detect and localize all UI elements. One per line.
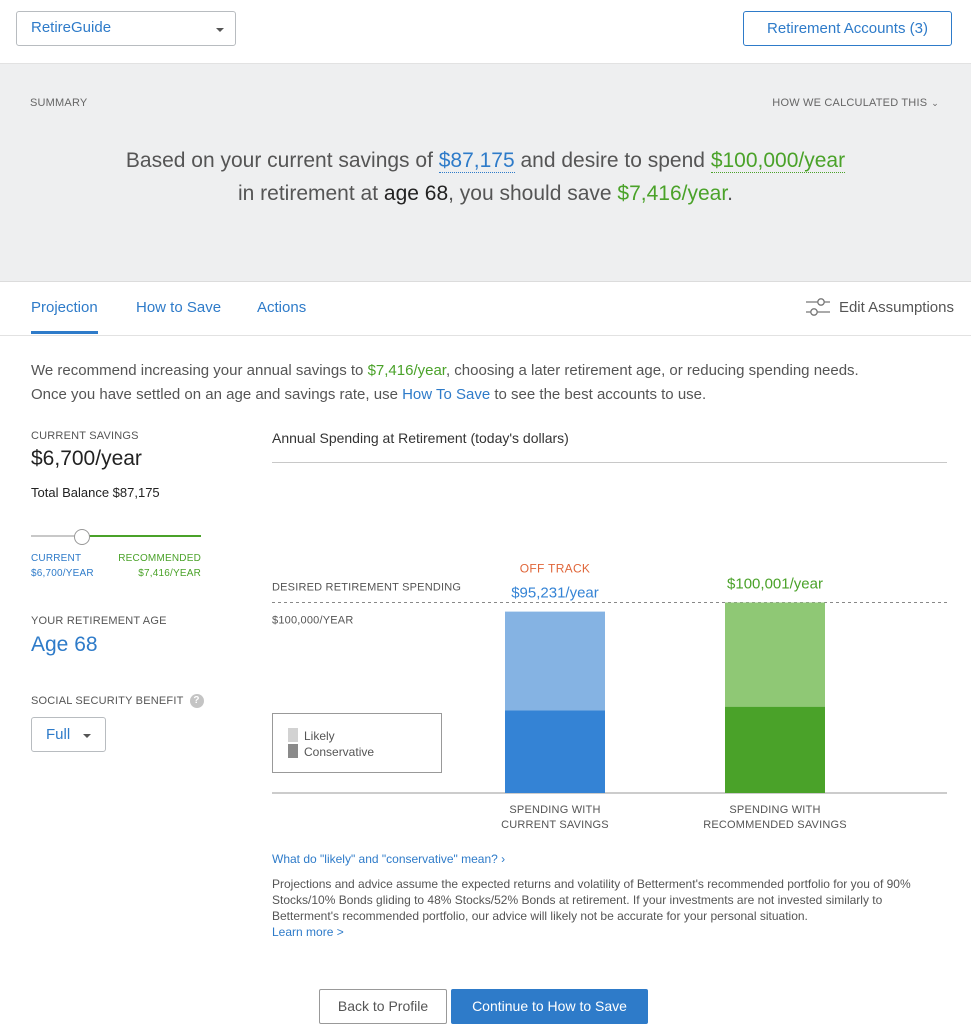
tab-bar: Projection How to Save Actions Edit Assu…: [0, 282, 971, 336]
summary-text-4: , you should save: [448, 182, 618, 205]
slider-current-label: CURRENT $6,700/YEAR: [31, 551, 94, 581]
legend-swatch-conservative: [288, 744, 298, 758]
continue-to-how-to-save-button[interactable]: Continue to How to Save: [451, 989, 648, 1024]
rec-part-1: We recommend increasing your annual savi…: [31, 362, 368, 379]
slider-recommended-title: RECOMMENDED: [118, 553, 201, 564]
slider-current-title: CURRENT: [31, 553, 82, 564]
caret-down-icon: [216, 28, 224, 32]
sliders-icon: [805, 297, 830, 316]
goal-select[interactable]: RetireGuide: [16, 11, 236, 46]
current-savings-value: $6,700/year: [31, 447, 142, 470]
edit-assumptions-button[interactable]: Edit Assumptions: [805, 297, 954, 317]
bar-current-likely: [505, 611, 605, 793]
slider-recommended-value: $7,416/YEAR: [138, 568, 201, 579]
bar-recommended-value-label: $100,001/year: [727, 576, 823, 593]
summary-text-5: .: [727, 182, 734, 205]
slider-current-value: $6,700/YEAR: [31, 568, 94, 579]
savings-slider-recommended-range: [82, 535, 201, 537]
social-security-select[interactable]: Full: [31, 717, 106, 752]
legend-label-likely: Likely: [304, 729, 335, 743]
social-security-label-row: SOCIAL SECURITY BENEFIT?: [31, 694, 204, 708]
learn-more-link[interactable]: Learn more >: [272, 925, 344, 939]
retirement-accounts-button[interactable]: Retirement Accounts (3): [743, 11, 952, 46]
help-icon[interactable]: ?: [189, 694, 204, 708]
disclaimer: Projections and advice assume the expect…: [272, 876, 952, 940]
how-we-calculated-link[interactable]: HOW WE CALCULATED THIS ⌄: [772, 97, 939, 109]
off-track-label: OFF TRACK: [520, 562, 590, 576]
summary-text-2: and desire to spend: [514, 149, 711, 172]
retirement-age: age 68: [383, 182, 449, 205]
tab-actions[interactable]: Actions: [257, 299, 306, 316]
edit-assumptions-label: Edit Assumptions: [838, 299, 954, 316]
summary-text-1: Based on your current savings of: [125, 149, 439, 172]
goal-select-value: RetireGuide: [31, 19, 112, 36]
back-to-profile-button[interactable]: Back to Profile: [319, 989, 447, 1024]
category-label-recommended-0: SPENDING WITH: [729, 804, 820, 816]
retirement-age-label: YOUR RETIREMENT AGE: [31, 615, 167, 627]
desired-spending-label: DESIRED RETIREMENT SPENDING: [272, 582, 461, 594]
category-label-current-1: CURRENT SAVINGS: [501, 819, 609, 831]
bar-current-value-label: $95,231/year: [511, 585, 599, 602]
bar-current-conservative: [505, 710, 605, 793]
legend-item-likely: Likely: [288, 728, 426, 744]
chart-title: Annual Spending at Retirement (today's d…: [272, 430, 569, 446]
rec-part-3: Once you have settled on an age and savi…: [31, 386, 403, 403]
recommendation-text: We recommend increasing your annual savi…: [31, 359, 956, 407]
legend-item-conservative: Conservative: [288, 744, 426, 760]
rec-amount: $7,416/year: [367, 362, 446, 379]
likely-conservative-faq-link[interactable]: What do "likely" and "conservative" mean…: [272, 852, 505, 866]
current-savings-label: CURRENT SAVINGS: [31, 430, 139, 442]
current-savings-amount[interactable]: $87,175: [438, 149, 515, 173]
chart-legend: Likely Conservative: [272, 713, 442, 773]
desired-spending-value: $100,000/YEAR: [272, 615, 354, 627]
tab-projection[interactable]: Projection: [31, 299, 98, 334]
savings-slider-handle[interactable]: [74, 529, 90, 545]
tab-how-to-save[interactable]: How to Save: [136, 299, 221, 316]
retirement-age-value[interactable]: Age 68: [31, 633, 98, 657]
rec-part-2: , choosing a later retirement age, or re…: [445, 362, 859, 379]
caret-down-icon: [83, 734, 91, 738]
rec-part-4: to see the best accounts to use.: [490, 386, 707, 403]
legend-label-conservative: Conservative: [304, 745, 375, 759]
summary-label: SUMMARY: [30, 97, 88, 109]
bar-recommended-conservative: [725, 706, 825, 793]
category-label-current-0: SPENDING WITH: [509, 804, 600, 816]
top-bar: RetireGuide Retirement Accounts (3): [0, 0, 971, 64]
social-security-label: SOCIAL SECURITY BENEFIT: [31, 694, 184, 707]
how-to-save-link[interactable]: How To Save: [402, 386, 490, 403]
summary-panel: SUMMARY HOW WE CALCULATED THIS ⌄ Based on…: [0, 64, 971, 282]
bar-recommended-likely: [725, 602, 825, 793]
chevron-down-icon: ⌄: [931, 98, 939, 108]
social-security-value: Full: [46, 726, 71, 743]
slider-recommended-label: RECOMMENDED $7,416/YEAR: [118, 551, 201, 581]
total-balance: Total Balance $87,175: [31, 485, 160, 500]
summary-sentence: Based on your current savings of $87,175…: [0, 144, 971, 210]
should-save-amount: $7,416/year: [617, 182, 728, 205]
summary-text-3: in retirement at: [237, 182, 384, 205]
disclaimer-text: Projections and advice assume the expect…: [272, 877, 911, 923]
legend-swatch-likely: [288, 728, 298, 742]
chart-title-divider: [272, 462, 947, 463]
desired-spend-amount[interactable]: $100,000/year: [710, 149, 846, 173]
how-we-calculated-label: HOW WE CALCULATED THIS: [772, 97, 928, 109]
category-label-recommended-1: RECOMMENDED SAVINGS: [703, 819, 847, 831]
